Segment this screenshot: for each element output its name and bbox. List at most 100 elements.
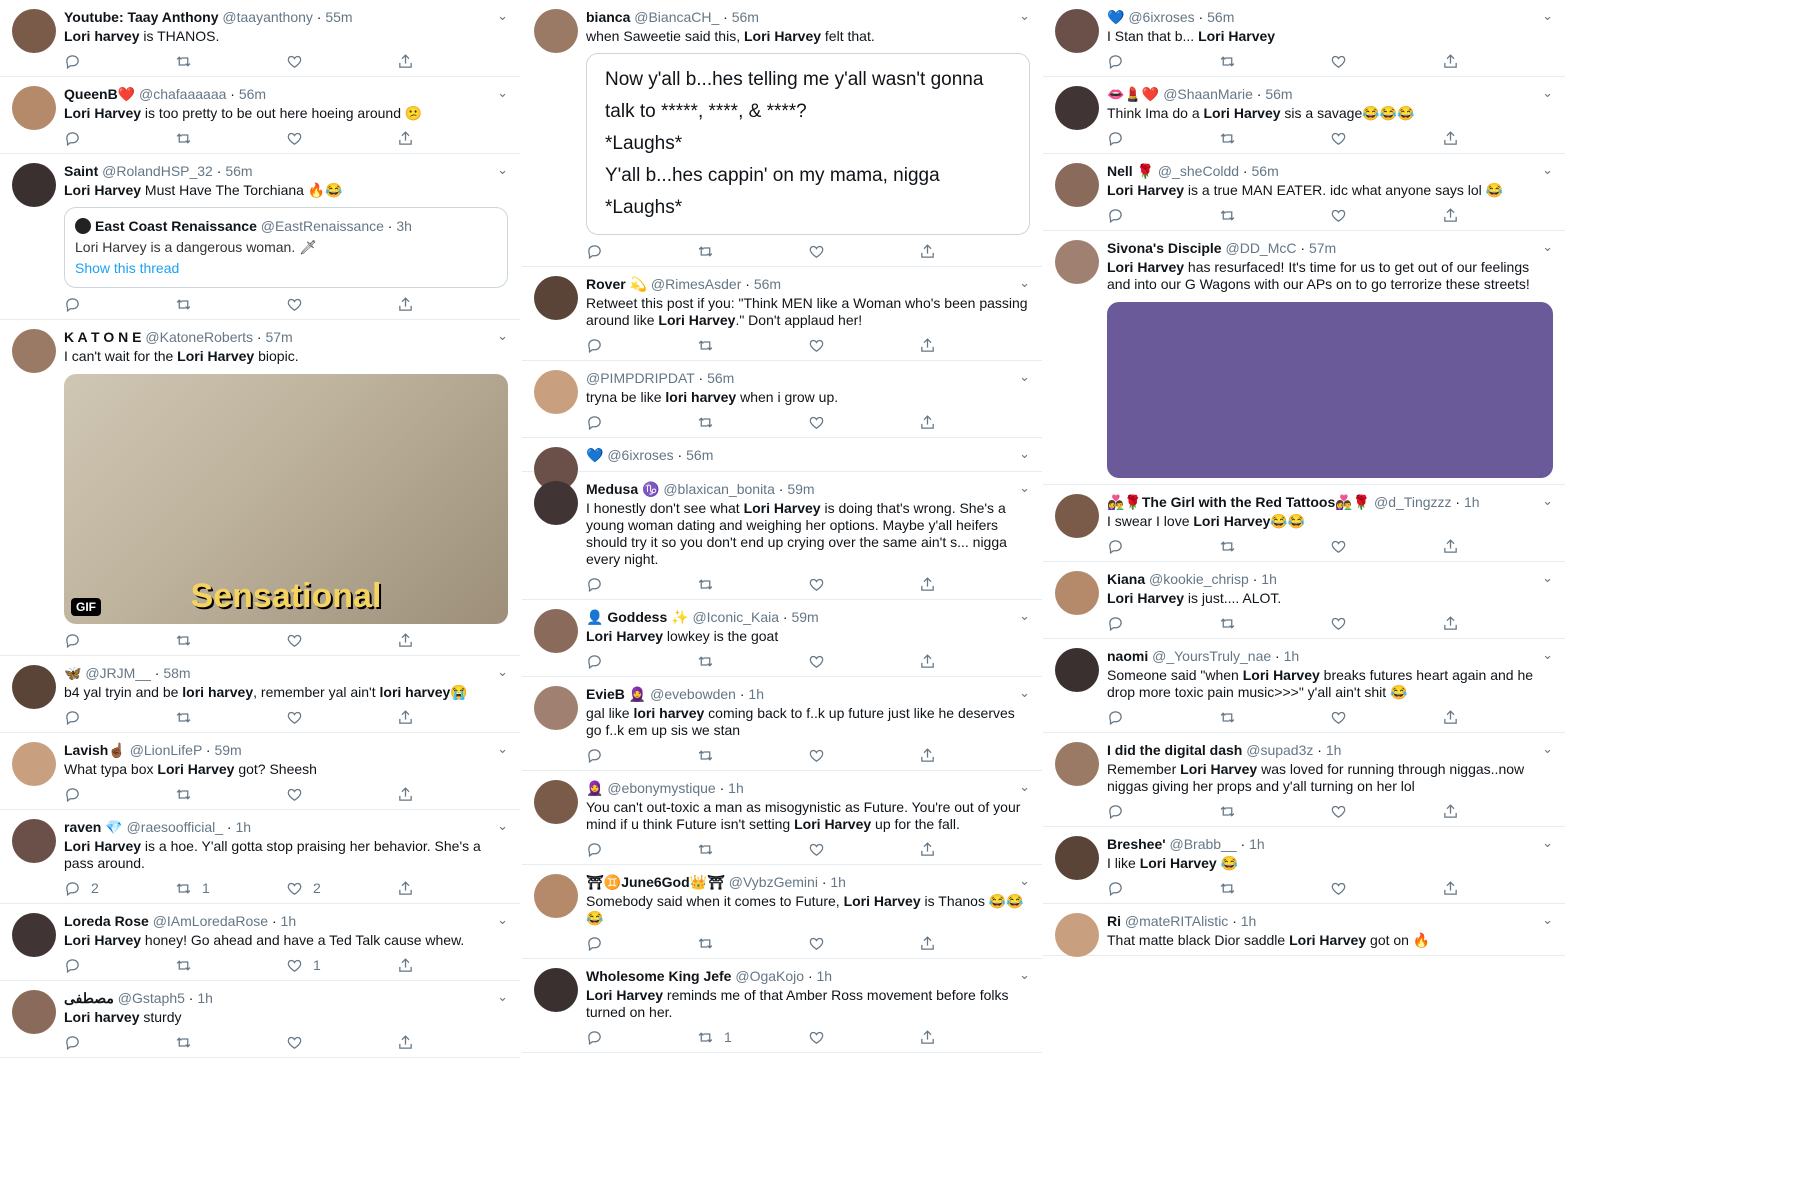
avatar[interactable] (1055, 913, 1099, 957)
author-handle[interactable]: @6ixroses (607, 447, 673, 463)
avatar[interactable] (1055, 240, 1099, 284)
reply-button[interactable] (586, 841, 697, 858)
like-button[interactable] (808, 243, 919, 260)
like-button[interactable] (808, 337, 919, 354)
tweet[interactable]: K A T O N E @KatoneRoberts · 57m ⌄ I can't… (0, 320, 520, 656)
reply-button[interactable] (1107, 207, 1219, 224)
author-handle[interactable]: @KatoneRoberts (145, 329, 253, 345)
chevron-down-icon[interactable]: ⌄ (1019, 446, 1030, 462)
retweet-button[interactable] (1219, 880, 1331, 897)
chevron-down-icon[interactable]: ⌄ (497, 741, 508, 757)
tweet-time[interactable]: 59m (787, 481, 814, 497)
like-button[interactable] (286, 786, 397, 803)
tweet[interactable]: 👄💄❤️ @ShaanMarie · 56m ⌄ Think Ima do a Lo… (1043, 77, 1565, 154)
chevron-down-icon[interactable]: ⌄ (1542, 162, 1553, 178)
chevron-down-icon[interactable]: ⌄ (1019, 967, 1030, 983)
author-name[interactable]: Rover 💫 (586, 276, 647, 292)
chevron-down-icon[interactable]: ⌄ (1019, 685, 1030, 701)
tweet[interactable]: raven 💎 @raesoofficial_ · 1h ⌄ Lori Harvey… (0, 810, 520, 904)
retweet-button[interactable] (1219, 709, 1331, 726)
share-button[interactable] (1442, 803, 1554, 820)
quoted-tweet[interactable]: East Coast Renaissance @EastRenaissance … (64, 207, 508, 288)
like-button[interactable]: 2 (286, 880, 397, 897)
retweet-button[interactable] (697, 414, 808, 431)
retweet-button[interactable] (175, 632, 286, 649)
author-handle[interactable]: @IAmLoredaRose (153, 913, 268, 929)
tweet-time[interactable]: 1h (817, 968, 833, 984)
tweet-time[interactable]: 1h (1464, 494, 1480, 510)
reply-button[interactable] (586, 243, 697, 260)
author-handle[interactable]: @d_Tingzzz (1374, 494, 1452, 510)
quoted-author-handle[interactable]: @EastRenaissance (261, 218, 384, 234)
share-button[interactable] (397, 1034, 508, 1051)
tweet[interactable]: مصطفى @Gstaph5 · 1h ⌄ Lori harvey sturdy (0, 981, 520, 1058)
reply-button[interactable] (1107, 803, 1219, 820)
author-name[interactable]: Sivona's Disciple (1107, 240, 1222, 256)
author-handle[interactable]: @LionLifeP (130, 742, 202, 758)
author-name[interactable]: K A T O N E (64, 329, 142, 345)
reply-button[interactable] (64, 709, 175, 726)
author-handle[interactable]: @blaxican_bonita (663, 481, 775, 497)
like-button[interactable] (808, 653, 919, 670)
tweet[interactable]: Nell 🌹 @_sheColdd · 56m ⌄ Lori Harvey is a… (1043, 154, 1565, 231)
author-handle[interactable]: @VybzGemini (729, 874, 818, 890)
tweet[interactable]: bianca @BiancaCH_ · 56m ⌄ when Saweetie sa… (522, 0, 1042, 267)
tweet-time[interactable]: 55m (325, 9, 352, 25)
share-button[interactable] (919, 935, 1030, 952)
share-button[interactable] (397, 709, 508, 726)
share-button[interactable] (1442, 207, 1554, 224)
tweet-time[interactable]: 1h (830, 874, 846, 890)
author-handle[interactable]: @evebowden (650, 686, 736, 702)
like-button[interactable] (286, 130, 397, 147)
share-button[interactable] (919, 414, 1030, 431)
chevron-down-icon[interactable]: ⌄ (497, 912, 508, 928)
share-button[interactable] (919, 747, 1030, 764)
image-media[interactable] (1107, 302, 1553, 478)
chevron-down-icon[interactable]: ⌄ (1542, 570, 1553, 586)
author-name[interactable]: Medusa ♑ (586, 481, 659, 497)
like-button[interactable] (1330, 538, 1442, 555)
avatar[interactable] (534, 481, 578, 525)
avatar[interactable] (534, 370, 578, 414)
author-name[interactable]: 👩‍❤️‍👨🌹The Girl with the Red Tattoos👩‍❤️… (1107, 494, 1370, 510)
reply-button[interactable] (1107, 880, 1219, 897)
reply-button[interactable] (64, 296, 175, 313)
chevron-down-icon[interactable]: ⌄ (497, 664, 508, 680)
tweet[interactable]: Wholesome King Jefe @OgaKojo · 1h ⌄ Lori H… (522, 959, 1042, 1053)
author-name[interactable]: bianca (586, 9, 630, 25)
chevron-down-icon[interactable]: ⌄ (1542, 239, 1553, 255)
chevron-down-icon[interactable]: ⌄ (1019, 8, 1030, 24)
author-name[interactable]: ⛩♊June6God👑⛩ (586, 874, 725, 890)
author-name[interactable]: raven 💎 (64, 819, 123, 835)
gif-media[interactable]: Sensational GIF (64, 374, 508, 624)
avatar[interactable] (1055, 494, 1099, 538)
like-button[interactable]: 1 (286, 957, 397, 974)
tweet[interactable]: Medusa ♑ @blaxican_bonita · 59m ⌄ I honest… (522, 472, 1042, 600)
tweet-time[interactable]: 56m (732, 9, 759, 25)
tweet[interactable]: Sivona's Disciple @DD_McC · 57m ⌄ Lori Har… (1043, 231, 1565, 485)
avatar[interactable] (12, 9, 56, 53)
reply-button[interactable] (1107, 130, 1219, 147)
tweet-time[interactable]: 1h (1326, 742, 1342, 758)
author-name[interactable]: 👄💄❤️ (1107, 86, 1159, 102)
share-button[interactable] (397, 786, 508, 803)
tweet[interactable]: 👤 Goddess ✨ @Iconic_Kaia · 59m ⌄ Lori Harv… (522, 600, 1042, 677)
avatar[interactable] (1055, 571, 1099, 615)
author-name[interactable]: 🦋 (64, 665, 81, 681)
tweet[interactable]: Rover 💫 @RimesAsder · 56m ⌄ Retweet this p… (522, 267, 1042, 361)
author-handle[interactable]: @Gstaph5 (118, 990, 185, 1006)
reply-button[interactable] (64, 957, 175, 974)
author-handle[interactable]: @kookie_chrisp (1149, 571, 1249, 587)
avatar[interactable] (12, 990, 56, 1034)
author-handle[interactable]: @_YoursTruly_nae (1152, 648, 1271, 664)
tweet[interactable]: 🦋 @JRJM__ · 58m ⌄ b4 yal tryin and be lori… (0, 656, 520, 733)
tweet-time[interactable]: 56m (239, 86, 266, 102)
avatar[interactable] (1055, 648, 1099, 692)
reply-button[interactable] (1107, 615, 1219, 632)
tweet[interactable]: Youtube: Taay Anthony @taayanthony · 55m… (0, 0, 520, 77)
tweet[interactable]: 💙 @6ixroses · 56m ⌄ I Stan that b... Lori … (1043, 0, 1565, 77)
tweet-time[interactable]: 1h (728, 780, 744, 796)
tweet-time[interactable]: 57m (1309, 240, 1336, 256)
like-button[interactable] (1330, 880, 1442, 897)
tweet[interactable]: 💙 @6ixroses · 56m ⌄ (522, 438, 1042, 491)
